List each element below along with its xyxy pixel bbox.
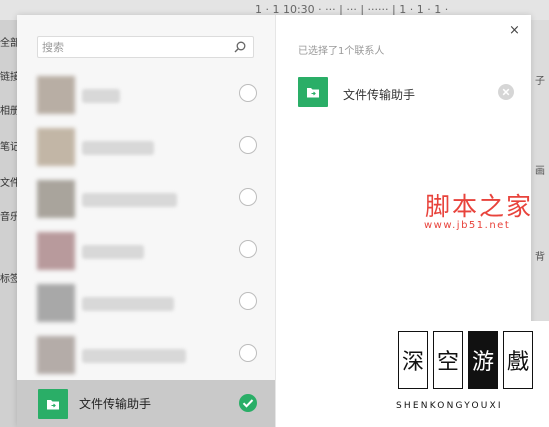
selected-contact-name: 文件传输助手: [343, 88, 416, 102]
background-sidebar-item: 笔记: [0, 142, 17, 153]
checked-icon[interactable]: [239, 394, 257, 412]
remove-contact-button[interactable]: [498, 84, 514, 100]
contact-name-blurred: [82, 245, 144, 259]
avatar: [37, 336, 75, 374]
avatar: [37, 180, 75, 218]
contact-item-file-transfer[interactable]: 文件传输助手: [17, 380, 275, 427]
contact-name-blurred: [82, 349, 186, 363]
watermark-title: 脚本之家: [425, 192, 534, 221]
search-input[interactable]: [42, 39, 222, 55]
contact-item[interactable]: [17, 225, 275, 275]
select-radio[interactable]: [239, 292, 257, 310]
watermark-url: www.jb51.net: [424, 220, 511, 231]
contact-item[interactable]: [17, 173, 275, 223]
background-sidebar: 全部 链接 相册 笔记 文件 音乐 标签: [0, 20, 17, 427]
contact-item[interactable]: [17, 329, 275, 379]
logo-char: 深: [401, 350, 424, 375]
contact-item[interactable]: [17, 277, 275, 327]
avatar: [37, 128, 75, 166]
logo-char: 游: [471, 350, 494, 375]
background-right-item: 画: [535, 166, 545, 177]
select-radio[interactable]: [239, 344, 257, 362]
contact-name: 文件传输助手: [79, 397, 152, 411]
contact-item[interactable]: [17, 69, 275, 119]
background-sidebar-item: 标签: [0, 274, 17, 285]
logo-char: 空: [436, 350, 459, 375]
contact-name-blurred: [82, 193, 177, 207]
select-radio[interactable]: [239, 188, 257, 206]
file-transfer-icon: [298, 77, 328, 107]
logo-char: 戲: [506, 350, 529, 375]
contact-name-blurred: [82, 297, 174, 311]
background-sidebar-item: 链接: [0, 72, 17, 83]
contact-name-blurred: [82, 141, 154, 155]
selected-count-label: 已选择了1个联系人: [298, 46, 385, 57]
logo-subtitle: SHENKONGYOUXI: [396, 401, 503, 411]
contact-item[interactable]: [17, 121, 275, 171]
close-button[interactable]: ×: [509, 23, 520, 38]
select-radio[interactable]: [239, 136, 257, 154]
background-right-item: 子: [535, 76, 545, 87]
watermark-logo: 深 空 游 戲 SHENKONGYOUXI: [391, 321, 549, 427]
search-icon[interactable]: [233, 40, 247, 54]
select-radio[interactable]: [239, 240, 257, 258]
contact-name-blurred: [82, 89, 120, 103]
select-radio[interactable]: [239, 84, 257, 102]
file-transfer-icon: [38, 389, 68, 419]
background-sidebar-item: 相册: [0, 106, 17, 117]
avatar: [37, 76, 75, 114]
background-sidebar-item: 文件: [0, 178, 17, 189]
search-box[interactable]: [37, 36, 254, 58]
background-right-item: 背: [535, 252, 545, 263]
avatar: [37, 232, 75, 270]
background-sidebar-item: 全部: [0, 38, 17, 49]
remove-icon: [502, 88, 510, 96]
background-sidebar-item: 音乐: [0, 212, 17, 223]
avatar: [37, 284, 75, 322]
contact-list-pane: 文件传输助手: [17, 15, 275, 427]
